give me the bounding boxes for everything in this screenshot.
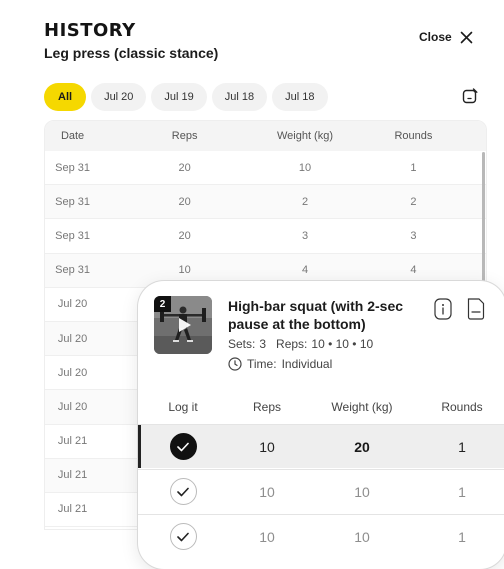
page-title: HISTORY (44, 20, 136, 41)
exercise-log-card: 2 High-bar squat (with 2-sec pause at th… (138, 281, 504, 569)
cell-date: Sep 31 (55, 264, 90, 277)
log-cell (138, 433, 228, 460)
sets-label: Sets: (228, 337, 256, 351)
cell-reps[interactable]: 10 (228, 529, 306, 545)
cell-weight: 3 (301, 229, 309, 242)
column-header-reps: Reps (252, 400, 281, 414)
time-value: Individual (281, 357, 333, 371)
check-icon (177, 442, 189, 451)
filter-chip[interactable]: Jul 18 (272, 83, 328, 111)
cell-weight[interactable]: 10 (306, 484, 418, 500)
log-row: 10 10 1 (138, 514, 504, 558)
log-cell (138, 478, 228, 505)
close-button[interactable]: Close (419, 28, 473, 46)
cell-reps: 20 (178, 161, 191, 174)
cell-weight[interactable]: 10 (306, 529, 418, 545)
sets-value: 3 (259, 337, 267, 351)
exercise-subtitle: Leg press (classic stance) (44, 45, 219, 61)
cell-weight: 4 (301, 264, 309, 277)
column-header-date: Date (60, 130, 85, 142)
column-header-weight: Weight (kg) (331, 400, 393, 414)
table-row[interactable]: Sep 31 20 3 3 (45, 219, 486, 254)
reps-label: Reps: (276, 337, 308, 351)
clock-icon (228, 357, 242, 371)
history-table-header: Date Reps Weight (kg) Rounds (45, 121, 486, 151)
check-icon (177, 487, 189, 496)
filter-chip-all[interactable]: All (44, 83, 87, 111)
cell-date: Jul 21 (57, 435, 88, 448)
cell-rounds: 4 (410, 264, 417, 277)
cell-date: Jul 21 (57, 503, 88, 516)
log-row: 10 20 1 (138, 424, 504, 468)
note-edit-icon[interactable] (462, 88, 478, 104)
document-icon[interactable] (467, 298, 485, 320)
filter-chip[interactable]: Jul 18 (211, 83, 268, 111)
cell-date: Sep 31 (55, 195, 90, 208)
log-check-button[interactable] (169, 478, 197, 505)
filter-chip[interactable]: Jul 20 (91, 83, 147, 111)
column-header-log-it: Log it (168, 400, 198, 414)
log-check-button[interactable] (169, 433, 197, 460)
info-icon[interactable] (434, 298, 452, 320)
column-header-rounds: Rounds (394, 130, 433, 142)
cell-date: Jul 20 (57, 400, 88, 413)
cell-reps: 10 (178, 264, 191, 277)
column-header-reps: Reps (171, 130, 198, 142)
table-row[interactable]: Sep 31 20 10 1 (45, 151, 486, 186)
log-check-button[interactable] (169, 523, 197, 550)
cell-weight[interactable]: 20 (306, 439, 418, 455)
reps-value: 10 • 10 • 10 (311, 337, 374, 351)
time-label: Time: (247, 357, 277, 371)
exercise-meta: Sets: 3 Reps: 10 • 10 • 10 (228, 337, 373, 351)
play-icon (179, 318, 191, 332)
filter-chip[interactable]: Jul 19 (151, 83, 207, 111)
column-header-weight: Weight (kg) (276, 130, 334, 142)
cell-reps: 20 (178, 195, 191, 208)
cell-reps[interactable]: 10 (228, 439, 306, 455)
cell-date: Jul 20 (57, 332, 88, 345)
exercise-time: Time: Individual (228, 357, 332, 371)
cell-weight: 2 (301, 195, 309, 208)
close-button-label: Close (419, 30, 452, 44)
cell-date: Jul 21 (57, 469, 88, 482)
cell-date: Jul 20 (57, 298, 88, 311)
date-filter-chips: All Jul 20 Jul 19 Jul 18 Jul 18 (44, 83, 328, 111)
cell-date: Sep 31 (55, 161, 90, 174)
check-icon (177, 532, 189, 541)
cell-date: Sep 31 (55, 229, 90, 242)
column-header-rounds: Rounds (441, 400, 483, 414)
cell-rounds[interactable]: 1 (418, 439, 504, 455)
cell-rounds[interactable]: 1 (418, 484, 504, 500)
cell-rounds: 1 (410, 161, 417, 174)
cell-reps: 20 (178, 229, 191, 242)
cell-weight: 10 (298, 161, 312, 174)
exercise-video-thumbnail[interactable]: 2 (154, 296, 212, 354)
cell-reps[interactable]: 10 (228, 484, 306, 500)
cell-rounds: 2 (410, 195, 417, 208)
close-icon (460, 31, 472, 43)
log-cell (138, 523, 228, 550)
table-row[interactable]: Sep 31 20 2 2 (45, 185, 486, 220)
exercise-title: High-bar squat (with 2-sec pause at the … (228, 298, 404, 332)
cell-date: Jul 20 (57, 366, 88, 379)
log-row: 10 10 1 (138, 469, 504, 513)
log-table-header: Log it Reps Weight (kg) Rounds (138, 390, 504, 424)
cell-rounds: 3 (410, 229, 417, 242)
cell-rounds[interactable]: 1 (418, 529, 504, 545)
